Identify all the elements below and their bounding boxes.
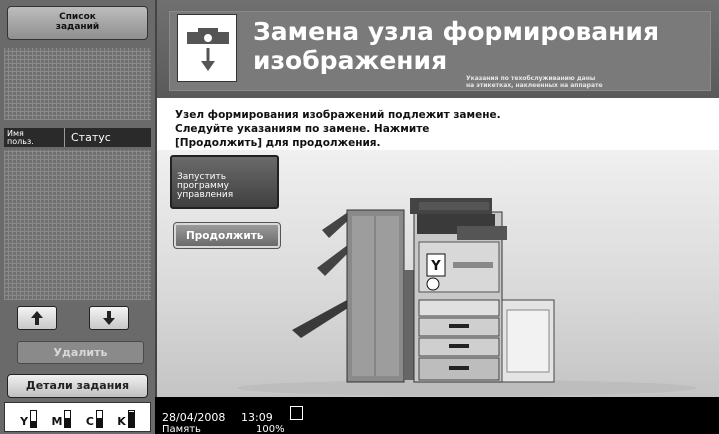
unit-marker: Y (430, 259, 441, 274)
start-management-program-button[interactable]: Запустить программу управления (170, 155, 279, 209)
memory-value: 100% (256, 424, 285, 434)
toner-m: M (52, 410, 72, 428)
arrow-up-icon (31, 311, 43, 325)
column-user[interactable]: Имя польз. (4, 128, 65, 147)
memory-card-icon (290, 406, 303, 420)
toner-k: K (117, 410, 135, 428)
toner-fill (65, 418, 71, 427)
delete-button[interactable]: Удалить (17, 341, 144, 364)
job-list[interactable] (4, 150, 151, 300)
job-list-button[interactable]: Список заданий (7, 6, 148, 40)
maintenance-note: Указания по техобслуживанию даны на этик… (466, 75, 603, 89)
left-grid-area (4, 48, 151, 120)
arrow-down-icon (103, 311, 115, 325)
toner-label: K (117, 415, 126, 428)
drum-unit-icon (177, 14, 237, 82)
toner-fill (31, 421, 37, 427)
toner-gauge (64, 410, 72, 428)
continue-button[interactable]: Продолжить (173, 222, 281, 249)
status-bar: 28/04/2008 13:09 Память 100% (155, 397, 719, 434)
job-details-button[interactable]: Детали задания (7, 374, 148, 398)
status-time: 13:09 (241, 411, 273, 424)
toner-fill (128, 411, 134, 427)
toner-gauge (127, 410, 135, 428)
page-title: Замена узла формирования изображения (253, 17, 660, 75)
toner-y: Y (20, 410, 38, 428)
toner-label: M (51, 415, 63, 428)
scroll-up-button[interactable] (17, 306, 57, 330)
main-panel: Замена узла формирования изображения Ука… (155, 0, 719, 397)
title-band: Замена узла формирования изображения Ука… (157, 0, 719, 98)
toner-c: C (86, 410, 103, 428)
scroll-down-button[interactable] (89, 306, 129, 330)
toner-gauge (95, 410, 103, 428)
left-panel: Список заданий Имя польз. Статус Удалить… (0, 0, 155, 434)
column-status[interactable]: Статус (65, 128, 151, 147)
toner-fill (96, 418, 102, 427)
toner-label: C (85, 415, 94, 428)
toner-gauge (30, 410, 38, 428)
toner-label: Y (20, 415, 29, 428)
memory-label: Память (162, 424, 201, 434)
status-date: 28/04/2008 (162, 411, 226, 424)
toner-levels: Y M C K (4, 402, 151, 432)
instruction-text: Узел формирования изображений подлежит з… (175, 109, 501, 149)
job-list-header: Имя польз. Статус (4, 128, 151, 147)
job-list-label: Список заданий (55, 12, 100, 32)
